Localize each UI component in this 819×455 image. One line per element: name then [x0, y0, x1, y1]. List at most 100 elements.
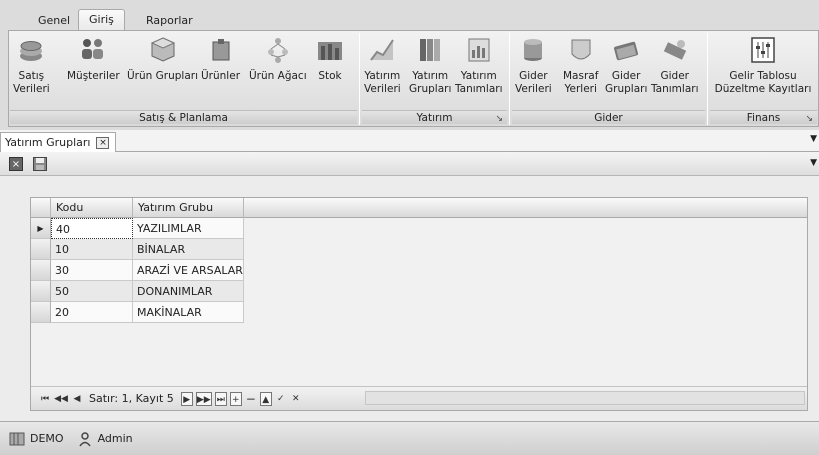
button-label-line2: Yerleri	[564, 83, 597, 95]
first-record-button[interactable]: ⏮	[39, 392, 51, 406]
cell-yatirim-grubu[interactable]: DONANIMLAR	[133, 281, 244, 302]
button-label-line1: Yatırım	[460, 70, 497, 82]
document-tab-strip: Yatırım Grupları × ▼	[0, 130, 819, 152]
edit-record-button[interactable]: ▲	[259, 391, 272, 406]
group-separator	[707, 33, 708, 125]
gelir-tablosu-duzeltme-button[interactable]: Gelir Tablosu Düzeltme Kayıtları	[712, 34, 814, 96]
cell-kodu[interactable]: 40	[51, 218, 133, 239]
cell-yatirim-grubu[interactable]: ARAZİ VE ARSALAR	[133, 260, 244, 281]
cell-yatirim-grubu[interactable]: MAKİNALAR	[133, 302, 244, 323]
next-record-button[interactable]: ▶	[180, 391, 193, 406]
column-header-yatirim-grubu[interactable]: Yatırım Grubu	[133, 198, 244, 218]
row-indicator[interactable]: ▶	[31, 218, 51, 239]
button-label-line2: Tanımları	[455, 83, 503, 95]
post-edit-button[interactable]: ✓	[275, 392, 287, 406]
products-icon	[206, 34, 236, 66]
group-label-text: Finans	[746, 112, 781, 124]
button-label-line1: Ürün Ağacı	[249, 70, 307, 82]
yatirim-verileri-button[interactable]: Yatırım Verileri	[364, 34, 401, 96]
cell-yatirim-grubu[interactable]: BİNALAR	[133, 239, 244, 260]
user-icon	[78, 431, 91, 446]
group-label-finans: Finans ↘	[710, 110, 817, 124]
stock-icon	[315, 34, 345, 66]
group-separator	[509, 33, 510, 125]
grid-navigator: ⏮ ◀◀ ◀ Satır: 1, Kayıt 5 ▶ ▶▶ ⏭ + − ▲ ✓ …	[31, 386, 807, 410]
table-row[interactable]: 50 DONANIMLAR	[31, 281, 244, 302]
document-tab-title: Yatırım Grupları	[5, 135, 91, 149]
coins-icon	[16, 34, 46, 66]
musteriler-button[interactable]: Müşteriler	[67, 34, 120, 83]
yatirim-gruplari-button[interactable]: Yatırım Grupları	[409, 34, 451, 96]
masraf-yerleri-button[interactable]: Masraf Yerleri	[563, 34, 598, 96]
urunler-button[interactable]: Ürünler	[201, 34, 240, 83]
save-button[interactable]	[33, 157, 47, 171]
investment-chart-icon	[367, 34, 397, 66]
table-row[interactable]: 10 BİNALAR	[31, 239, 244, 260]
tab-raporlar[interactable]: Raporlar	[136, 11, 203, 31]
customers-icon	[78, 34, 108, 66]
column-header-kodu[interactable]: Kodu	[51, 198, 133, 218]
cell-yatirim-grubu[interactable]: YAZILIMLAR	[133, 218, 244, 239]
chevron-down-icon[interactable]: ▼	[810, 134, 817, 144]
table-row[interactable]: 30 ARAZİ VE ARSALAR	[31, 260, 244, 281]
append-record-button[interactable]: +	[229, 391, 242, 406]
button-label-line2: Grupları	[605, 83, 648, 95]
row-indicator[interactable]	[31, 260, 51, 281]
group-label-text: Yatırım	[416, 112, 453, 124]
table-row[interactable]: ▶ 40 YAZILIMLAR	[31, 218, 244, 239]
row-indicator[interactable]	[31, 239, 51, 260]
last-record-button[interactable]: ⏭	[214, 391, 227, 406]
next-page-button[interactable]: ▶▶	[195, 391, 212, 406]
row-indicator[interactable]	[31, 281, 51, 302]
investment-definitions-icon	[464, 34, 494, 66]
cell-kodu[interactable]: 10	[51, 239, 133, 260]
button-label-line1: Ürünler	[201, 70, 241, 82]
delete-record-button[interactable]: −	[245, 392, 257, 406]
row-indicator-header	[31, 198, 51, 218]
previous-record-button[interactable]: ◀	[71, 392, 83, 406]
button-label-line2: Verileri	[13, 83, 50, 95]
expense-definitions-icon	[660, 34, 690, 66]
dialog-launcher-icon[interactable]: ↘	[495, 112, 503, 126]
button-label-line1: Stok	[318, 70, 342, 82]
horizontal-scrollbar[interactable]	[365, 391, 805, 405]
product-groups-icon	[148, 34, 178, 66]
cell-kodu[interactable]: 30	[51, 260, 133, 281]
investment-groups-icon	[415, 34, 445, 66]
company-icon	[9, 432, 25, 445]
button-label-line1: Müşteriler	[67, 70, 120, 82]
floppy-disk-icon	[33, 157, 47, 171]
row-indicator[interactable]	[31, 302, 51, 323]
investment-groups-grid: Kodu Yatırım Grubu ▶ 40 YAZILIMLAR 10 Bİ…	[30, 197, 808, 411]
cancel-edit-button[interactable]: ✕	[290, 392, 302, 406]
dialog-launcher-icon[interactable]: ↘	[805, 112, 813, 126]
button-label-line1: Yatırım	[412, 70, 449, 82]
gider-tanimlari-button[interactable]: Gider Tanımları	[651, 34, 699, 96]
close-tab-icon[interactable]: ×	[96, 136, 110, 149]
satis-verileri-button[interactable]: Satış Verileri	[13, 34, 50, 96]
button-label-line1: Masraf	[563, 70, 599, 82]
button-label-line1: Gider	[519, 70, 548, 82]
content-area: Kodu Yatırım Grubu ▶ 40 YAZILIMLAR 10 Bİ…	[0, 176, 819, 421]
grid-header: Kodu Yatırım Grubu	[31, 198, 807, 218]
previous-page-button[interactable]: ◀◀	[54, 392, 68, 406]
button-label-line1: Gider	[660, 70, 690, 82]
gider-verileri-button[interactable]: Gider Verileri	[515, 34, 552, 96]
button-label-line1: Ürün Grupları	[127, 70, 199, 82]
urun-agaci-button[interactable]: Ürün Ağacı	[249, 34, 307, 83]
gider-gruplari-button[interactable]: Gider Grupları	[605, 34, 647, 96]
income-statement-icon	[748, 34, 778, 66]
urun-gruplari-button[interactable]: Ürün Grupları	[127, 34, 198, 83]
chevron-down-icon[interactable]: ▼	[810, 158, 817, 168]
cell-kodu[interactable]: 20	[51, 302, 133, 323]
yatirim-tanimlari-button[interactable]: Yatırım Tanımları	[455, 34, 503, 96]
ribbon-tab-bar: Genel Giriş Raporlar	[8, 7, 819, 32]
tab-yatirim-gruplari[interactable]: Yatırım Grupları ×	[0, 132, 117, 152]
table-row[interactable]: 20 MAKİNALAR	[31, 302, 244, 323]
tab-genel[interactable]: Genel	[28, 11, 80, 31]
cell-kodu[interactable]: 50	[51, 281, 133, 302]
stok-button[interactable]: Stok	[315, 34, 345, 83]
close-form-button[interactable]: ×	[9, 157, 23, 171]
tab-giris[interactable]: Giriş	[78, 9, 125, 32]
group-separator	[359, 33, 360, 125]
